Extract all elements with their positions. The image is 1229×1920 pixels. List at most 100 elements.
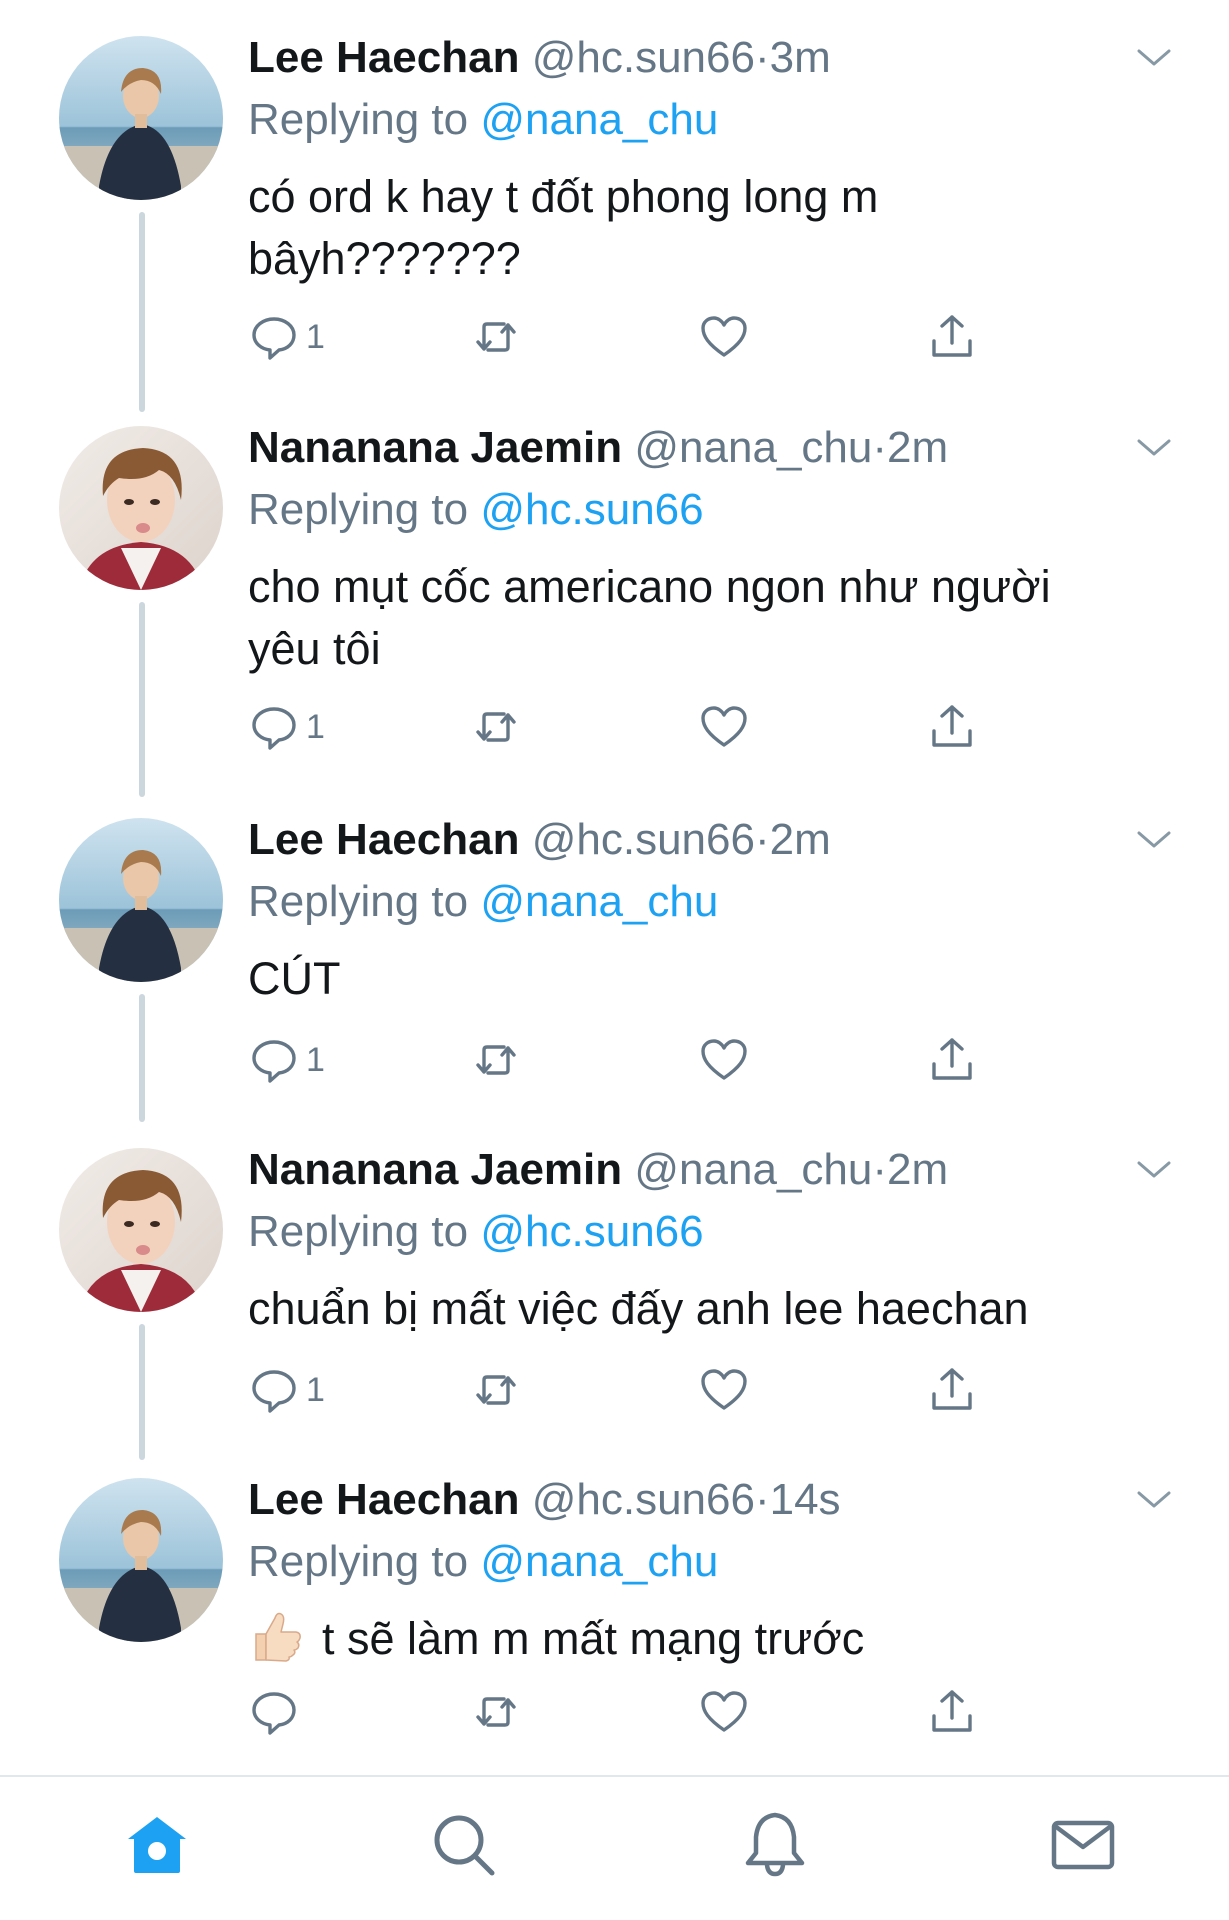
replying-to-handle[interactable]: @nana_chu <box>480 95 718 144</box>
avatar[interactable] <box>59 36 223 200</box>
share-button[interactable] <box>926 1360 978 1420</box>
reply-button[interactable]: 1 <box>248 307 325 367</box>
avatar[interactable] <box>59 1148 223 1312</box>
retweet-button[interactable] <box>470 307 522 367</box>
share-icon <box>932 705 972 747</box>
replying-to-handle[interactable]: @nana_chu <box>480 1537 718 1586</box>
user-handle[interactable]: @hc.sun66 <box>532 1475 755 1524</box>
reply-icon <box>252 707 296 750</box>
heart-icon <box>701 1691 747 1732</box>
mail-icon <box>1051 1820 1115 1870</box>
reply-button[interactable]: 1 <box>248 697 325 757</box>
share-icon <box>932 1690 972 1732</box>
replying-to: Replying to @hc.sun66 <box>248 482 704 538</box>
tweet-text: CÚT <box>248 953 341 1004</box>
retweet-icon <box>476 1045 516 1075</box>
share-button[interactable] <box>926 307 978 367</box>
separator-dot: · <box>872 423 888 472</box>
timestamp[interactable]: 2m <box>770 815 831 864</box>
avatar[interactable] <box>59 818 223 982</box>
tweet-actions: 1 <box>248 307 1008 367</box>
reply-button[interactable] <box>248 1682 306 1742</box>
like-button[interactable] <box>698 307 750 367</box>
retweet-button[interactable] <box>470 1360 522 1420</box>
share-button[interactable] <box>926 697 978 757</box>
tweet-header: Lee Haechan @hc.sun66·2m <box>248 812 831 868</box>
replying-to-handle[interactable]: @nana_chu <box>480 877 718 926</box>
timestamp[interactable]: 2m <box>887 423 948 472</box>
tweet-text: chuẩn bị mất việc đấy anh lee haechan <box>248 1283 1029 1334</box>
reply-icon <box>252 1370 296 1413</box>
thread-connector <box>139 1324 145 1460</box>
timestamp[interactable]: 3m <box>770 33 831 82</box>
home-icon <box>128 1817 186 1873</box>
chevron-down-icon[interactable] <box>1136 1154 1172 1184</box>
reply-count: 1 <box>306 1040 325 1079</box>
reply-icon <box>252 1040 296 1083</box>
reply-button[interactable]: 1 <box>248 1360 325 1420</box>
search-icon <box>434 1815 495 1876</box>
thumbs-up-icon <box>248 1608 304 1664</box>
reply-count: 1 <box>306 707 325 746</box>
bell-icon <box>745 1812 805 1877</box>
reply-button[interactable]: 1 <box>248 1030 325 1090</box>
replying-to: Replying to @nana_chu <box>248 92 718 148</box>
tweet[interactable]: Nananana Jaemin @nana_chu·2m Replying to… <box>0 390 1229 797</box>
retweet-icon <box>476 1375 516 1405</box>
chevron-down-icon[interactable] <box>1136 42 1172 72</box>
share-button[interactable] <box>926 1682 978 1742</box>
replying-to: Replying to @nana_chu <box>248 874 718 930</box>
tweet-actions: 1 <box>248 1360 1008 1420</box>
separator-dot: · <box>754 1475 770 1524</box>
timestamp[interactable]: 14s <box>770 1475 841 1524</box>
timestamp[interactable]: 2m <box>887 1145 948 1194</box>
avatar[interactable] <box>59 426 223 590</box>
tab-home[interactable] <box>122 1809 192 1879</box>
tab-messages[interactable] <box>1048 1809 1118 1879</box>
avatar[interactable] <box>59 1478 223 1642</box>
chevron-down-icon[interactable] <box>1136 432 1172 462</box>
tweet[interactable]: Lee Haechan @hc.sun66·3m Replying to @na… <box>0 0 1229 412</box>
user-handle[interactable]: @hc.sun66 <box>532 33 755 82</box>
display-name[interactable]: Lee Haechan <box>248 33 519 82</box>
like-button[interactable] <box>698 1030 750 1090</box>
replying-to-handle[interactable]: @hc.sun66 <box>480 485 703 534</box>
separator-dot: · <box>754 815 770 864</box>
display-name[interactable]: Nananana Jaemin <box>248 1145 622 1194</box>
thread-connector <box>139 994 145 1122</box>
heart-icon <box>701 1039 747 1080</box>
share-icon <box>932 1038 972 1080</box>
retweet-button[interactable] <box>470 1682 522 1742</box>
tweet[interactable]: Lee Haechan @hc.sun66·2m Replying to @na… <box>0 782 1229 1122</box>
retweet-icon <box>476 322 516 352</box>
user-handle[interactable]: @nana_chu <box>634 423 872 472</box>
tweet-header: Nananana Jaemin @nana_chu·2m <box>248 420 948 476</box>
reply-icon <box>252 1692 296 1735</box>
display-name[interactable]: Lee Haechan <box>248 1475 519 1524</box>
retweet-button[interactable] <box>470 1030 522 1090</box>
user-handle[interactable]: @hc.sun66 <box>532 815 755 864</box>
tweet-header: Lee Haechan @hc.sun66·14s <box>248 1472 841 1528</box>
like-button[interactable] <box>698 697 750 757</box>
display-name[interactable]: Nananana Jaemin <box>248 423 622 472</box>
like-button[interactable] <box>698 1682 750 1742</box>
like-button[interactable] <box>698 1360 750 1420</box>
tab-notifications[interactable] <box>740 1809 810 1879</box>
tweet-actions <box>248 1682 1008 1742</box>
display-name[interactable]: Lee Haechan <box>248 815 519 864</box>
retweet-button[interactable] <box>470 697 522 757</box>
bottom-tab-bar <box>0 1775 1229 1920</box>
user-handle[interactable]: @nana_chu <box>634 1145 872 1194</box>
share-icon <box>932 1368 972 1410</box>
tweet[interactable]: Nananana Jaemin @nana_chu·2m Replying to… <box>0 1112 1229 1460</box>
tab-search[interactable] <box>428 1809 498 1879</box>
heart-icon <box>701 706 747 747</box>
chevron-down-icon[interactable] <box>1136 824 1172 854</box>
tweet[interactable]: Lee Haechan @hc.sun66·14s Replying to @n… <box>0 1442 1229 1775</box>
thread-connector <box>139 602 145 797</box>
tweet-thread: Lee Haechan @hc.sun66·3m Replying to @na… <box>0 0 1229 1775</box>
share-button[interactable] <box>926 1030 978 1090</box>
replying-to-handle[interactable]: @hc.sun66 <box>480 1207 703 1256</box>
share-icon <box>932 315 972 357</box>
chevron-down-icon[interactable] <box>1136 1484 1172 1514</box>
